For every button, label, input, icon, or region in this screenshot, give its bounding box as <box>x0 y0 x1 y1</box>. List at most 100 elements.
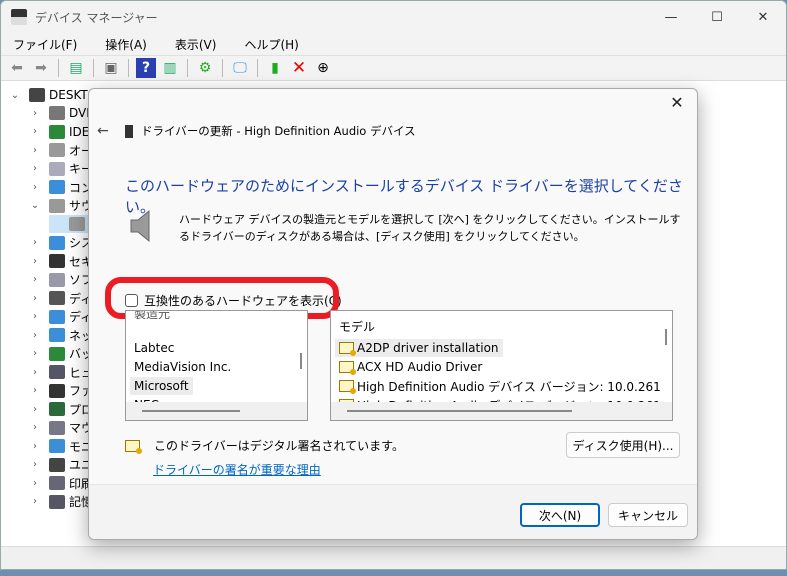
next-button[interactable]: 次へ(N) <box>520 503 600 527</box>
expand-icon[interactable]: › <box>29 367 41 378</box>
have-disk-button[interactable]: ディスク使用(H)... <box>566 432 680 458</box>
expand-icon[interactable]: › <box>29 256 41 267</box>
tree-item[interactable]: › オー <box>29 141 93 159</box>
enable-device-icon[interactable]: ▮ <box>265 58 285 78</box>
dialog-close-button[interactable]: ✕ <box>665 93 689 112</box>
device-icon <box>125 124 133 138</box>
dialog-description: ハードウェア デバイスの製造元とモデルを選択して [次へ] をクリックしてくださ… <box>179 213 681 243</box>
tree-item[interactable]: › マウ <box>29 419 93 437</box>
tree-item[interactable]: › ディ <box>29 308 92 326</box>
expand-icon[interactable]: › <box>29 385 41 396</box>
update-driver-dialog: ✕ ← ドライバーの更新 - High Definition Audio デバイ… <box>88 88 698 540</box>
tree-item-label: IDE <box>69 124 90 139</box>
expand-icon[interactable]: › <box>29 422 41 433</box>
expand-icon[interactable]: › <box>29 237 41 248</box>
expand-icon[interactable]: › <box>29 459 41 470</box>
collapse-icon[interactable]: ⌄ <box>9 90 21 101</box>
tree-item[interactable]: › バッ <box>29 345 93 363</box>
tree-item-selected[interactable] <box>49 215 89 233</box>
expand-icon[interactable]: › <box>29 348 41 359</box>
expand-icon[interactable]: › <box>29 274 41 285</box>
model-hscrollbar[interactable] <box>331 402 672 420</box>
device-category-icon <box>49 420 65 435</box>
tree-item[interactable]: › ヒュ <box>29 363 93 381</box>
window-title: デバイス マネージャー <box>35 10 158 25</box>
expand-icon[interactable]: › <box>29 441 41 452</box>
tree-item[interactable]: › IDE <box>29 123 89 141</box>
expand-icon[interactable]: › <box>29 182 41 193</box>
tree-item[interactable]: › ソフ <box>29 271 93 289</box>
device-manager-icon <box>11 9 27 25</box>
menu-view[interactable]: 表示(V) <box>169 36 217 53</box>
signing-info-link[interactable]: ドライバーの署名が重要な理由 <box>153 461 321 478</box>
tree-item[interactable]: › コン <box>29 178 93 196</box>
help-icon[interactable]: ? <box>136 58 156 78</box>
device-category-icon <box>49 309 65 324</box>
uninstall-icon[interactable]: ✕ <box>289 58 309 78</box>
expand-icon[interactable]: › <box>29 163 41 174</box>
certificate-icon <box>339 380 356 394</box>
disable-icon[interactable]: ⊕ <box>313 58 333 78</box>
properties-icon[interactable]: ▣ <box>101 58 121 78</box>
signed-notice: このドライバーはデジタル署名されています。 <box>125 437 404 454</box>
certificate-icon <box>339 361 356 375</box>
dialog-header: ドライバーの更新 - High Definition Audio デバイス <box>141 124 416 138</box>
show-hide-icon[interactable]: ▤ <box>66 58 86 78</box>
tree-item[interactable]: › 記憶 <box>29 493 93 511</box>
tree-item[interactable]: › ネッ <box>29 326 93 344</box>
tree-item[interactable]: › プロ <box>29 400 93 418</box>
device-category-icon <box>49 124 65 139</box>
manufacturer-item-selected[interactable]: Microsoft <box>130 377 193 395</box>
manufacturer-item[interactable]: Labtec <box>130 339 178 357</box>
device-category-icon <box>69 217 85 231</box>
expand-icon[interactable]: › <box>29 293 41 304</box>
scan-hardware-icon[interactable]: 🖵 <box>230 58 250 78</box>
manufacturer-vscrollbar[interactable] <box>295 311 307 403</box>
dialog-footer: 次へ(N) キャンセル <box>89 484 697 539</box>
expand-icon[interactable]: › <box>29 108 41 119</box>
tree-item[interactable]: › セキ <box>29 252 93 270</box>
expand-icon[interactable]: › <box>29 330 41 341</box>
device-category-icon <box>49 143 65 157</box>
tree-item[interactable]: › ユニ <box>29 456 93 474</box>
cancel-button[interactable]: キャンセル <box>608 503 688 527</box>
expand-icon[interactable]: › <box>29 404 41 415</box>
manufacturer-item[interactable]: MediaVision Inc. <box>130 358 235 376</box>
back-icon[interactable]: ⬅ <box>7 58 27 78</box>
tree-item[interactable]: › ファ <box>29 382 93 400</box>
tree-item[interactable]: › モニ <box>29 437 93 455</box>
tree-item[interactable]: › ディ <box>29 289 92 307</box>
expand-icon[interactable]: › <box>29 126 41 137</box>
expand-icon[interactable]: ⌄ <box>29 200 41 211</box>
manufacturer-hscrollbar[interactable] <box>126 402 307 420</box>
model-vscrollbar[interactable] <box>660 311 672 403</box>
maximize-button[interactable]: ☐ <box>694 1 740 33</box>
menu-help[interactable]: ヘルプ(H) <box>238 36 298 53</box>
model-item[interactable]: ACX HD Audio Driver <box>335 358 486 376</box>
minimize-button[interactable]: — <box>648 1 694 33</box>
model-item-selected[interactable]: A2DP driver installation <box>335 339 503 357</box>
device-category-icon <box>49 272 65 287</box>
expand-icon[interactable]: › <box>29 478 41 489</box>
model-list[interactable]: モデル A2DP driver installation ACX HD Audi… <box>330 310 673 421</box>
expand-icon[interactable]: › <box>29 496 41 507</box>
tree-item[interactable]: ⌄ サウ <box>29 197 93 215</box>
expand-icon[interactable]: › <box>29 145 41 156</box>
menu-file[interactable]: ファイル(F) <box>7 36 77 53</box>
tree-item[interactable]: › 印刷 <box>29 474 93 492</box>
close-button[interactable]: ✕ <box>740 1 786 33</box>
model-item[interactable]: High Definition Audio デバイス バージョン: 10.0.2… <box>335 377 672 395</box>
manufacturer-header: 製造元 <box>134 310 171 321</box>
forward-icon[interactable]: ➡ <box>31 58 51 78</box>
tree-item[interactable]: › シス <box>29 234 93 252</box>
update-driver-icon[interactable]: ⚙ <box>195 58 215 78</box>
expand-icon[interactable]: › <box>29 311 41 322</box>
menu-action[interactable]: 操作(A) <box>99 36 147 53</box>
tree-item[interactable]: › キー <box>29 160 93 178</box>
view-icon[interactable]: ▥ <box>160 58 180 78</box>
device-category-icon <box>49 346 65 361</box>
back-button[interactable]: ← <box>97 123 117 139</box>
device-category-icon <box>49 106 65 120</box>
tree-item[interactable]: › DVD <box>29 104 95 122</box>
manufacturer-list[interactable]: 製造元 Labtec MediaVision Inc. Microsoft NE… <box>125 310 308 421</box>
